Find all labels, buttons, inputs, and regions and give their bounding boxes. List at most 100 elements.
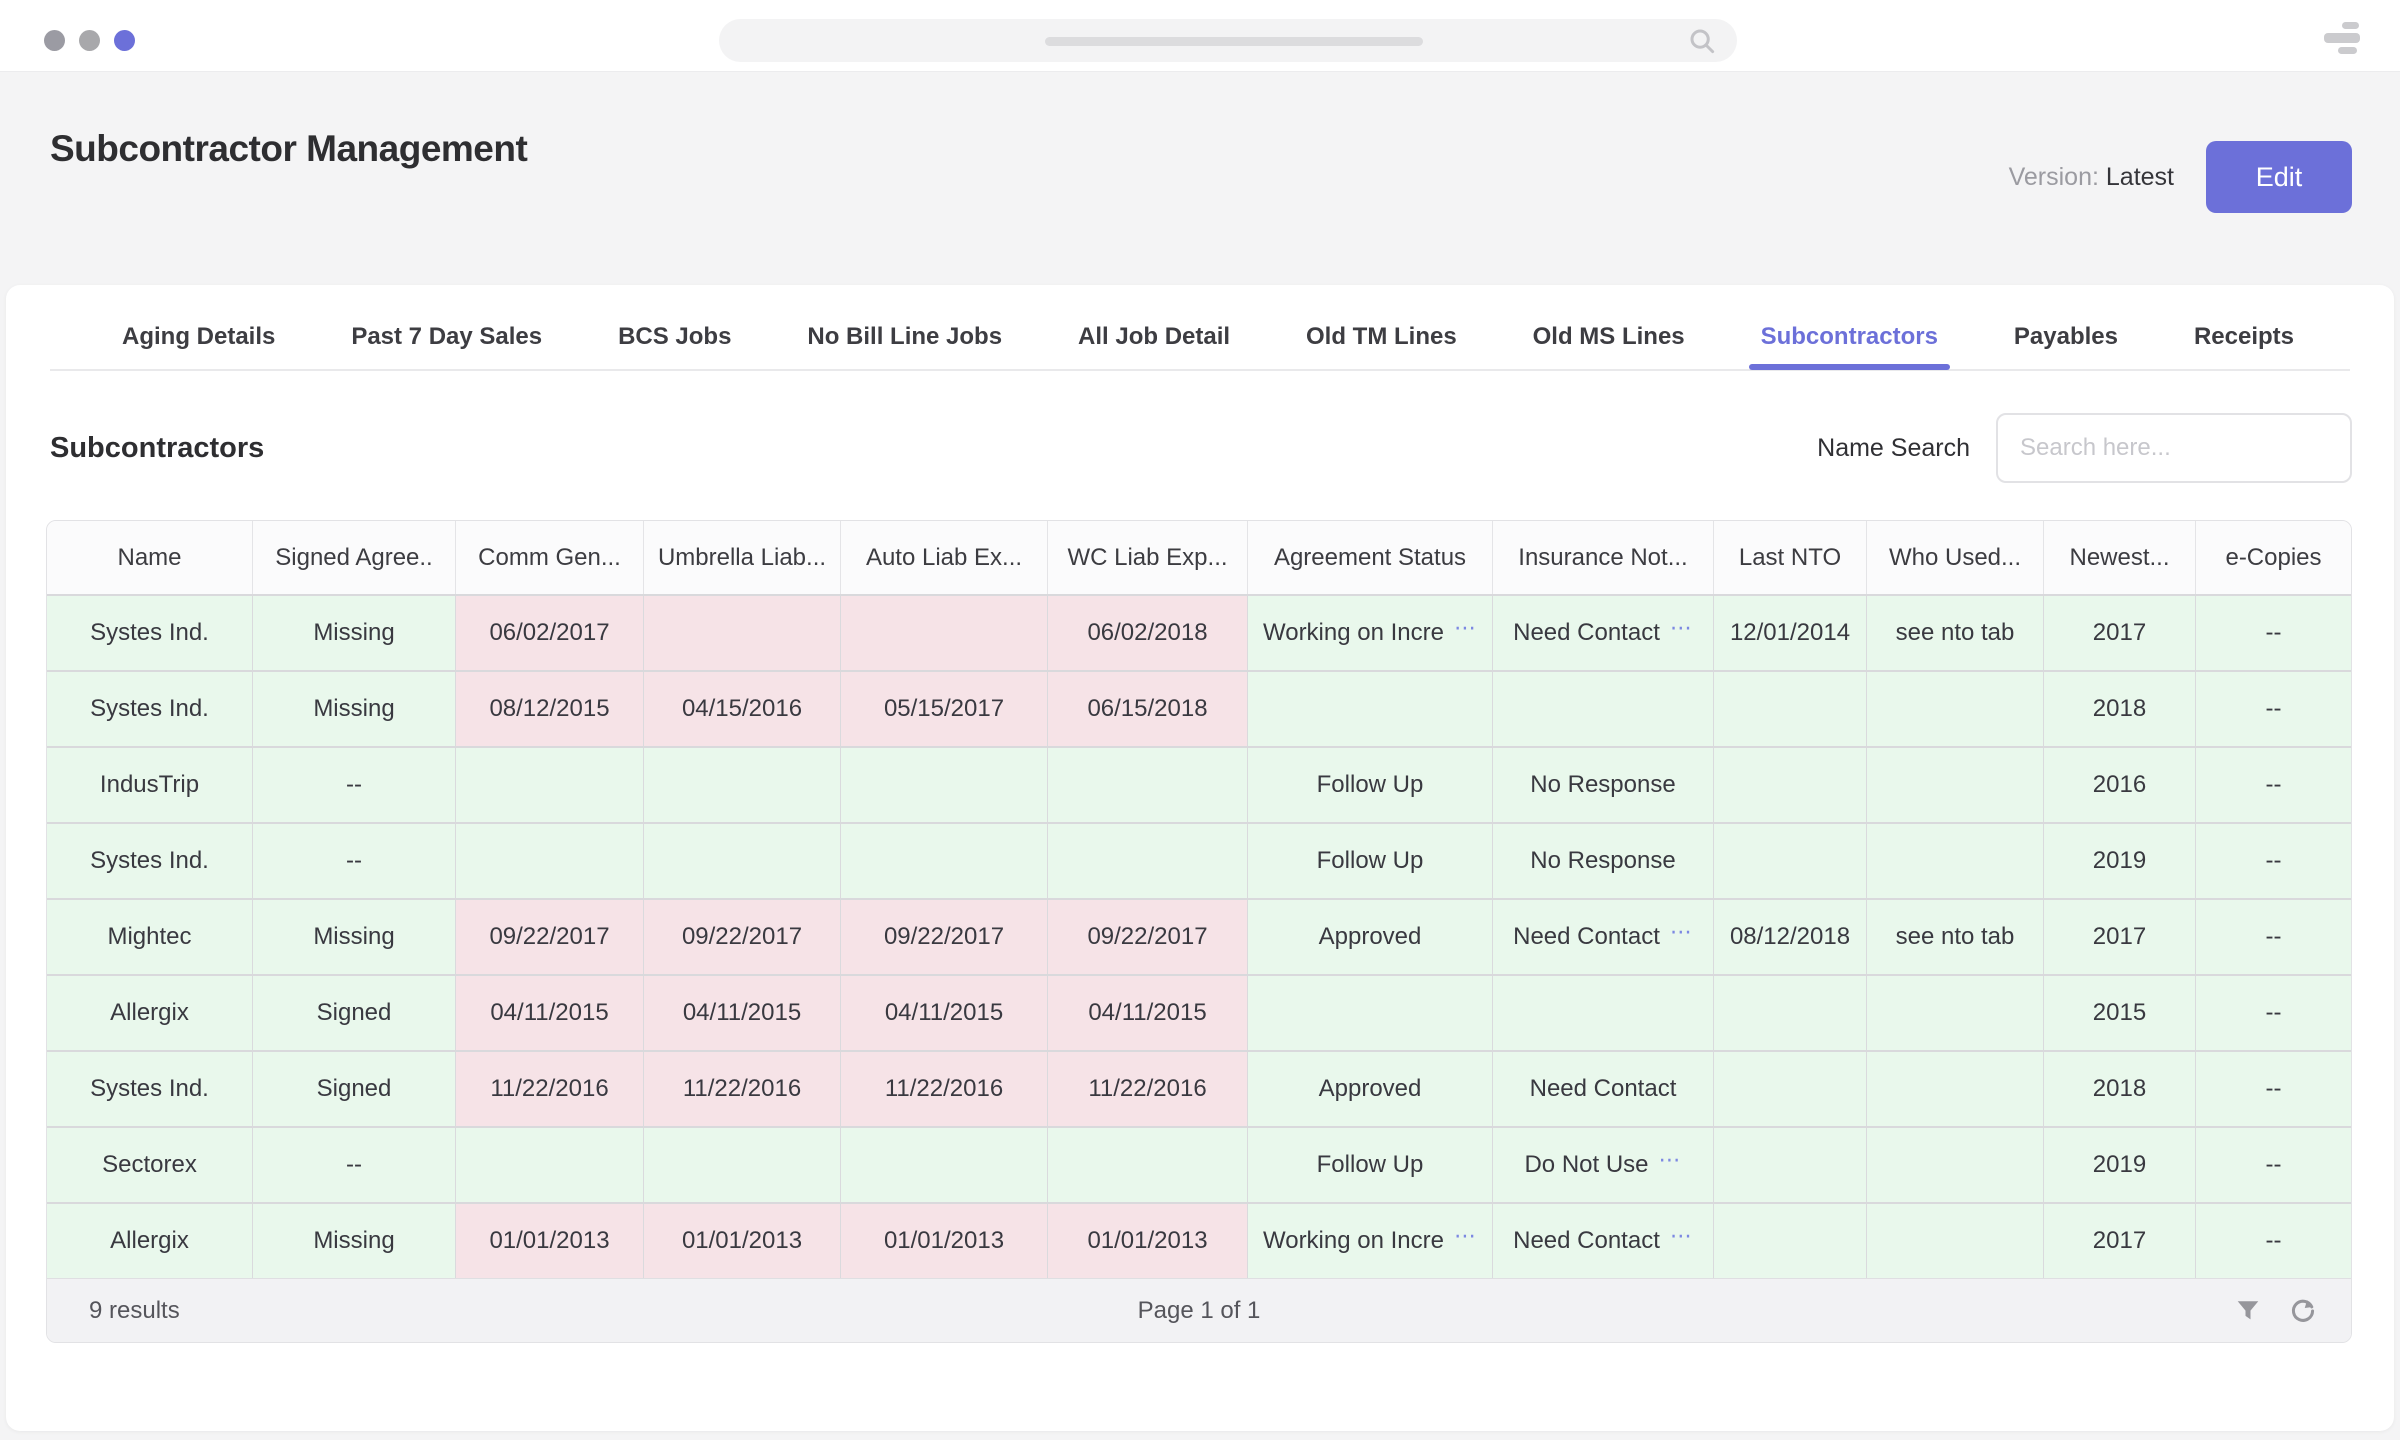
window-dot-3[interactable] (114, 30, 135, 51)
name-search-input[interactable] (1996, 413, 2352, 483)
column-header-last-nto[interactable]: Last NTO (1714, 521, 1867, 594)
window-titlebar (0, 0, 2400, 72)
table-cell (456, 748, 644, 822)
table-cell: Working on Incre⋯ (1248, 1204, 1493, 1278)
column-header-who-used[interactable]: Who Used... (1867, 521, 2044, 594)
table-cell: 09/22/2017 (456, 900, 644, 974)
subcontractors-table: NameSigned Agree..Comm Gen...Umbrella Li… (46, 520, 2352, 1343)
page-indicator: Page 1 of 1 (1138, 1297, 1261, 1325)
table-cell: Missing (253, 900, 456, 974)
table-cell (1714, 748, 1867, 822)
table-cell (644, 824, 841, 898)
table-cell (1714, 672, 1867, 746)
column-header-auto-liab-ex[interactable]: Auto Liab Ex... (841, 521, 1048, 594)
column-header-umbrella-liab[interactable]: Umbrella Liab... (644, 521, 841, 594)
column-header-signed-agree[interactable]: Signed Agree.. (253, 521, 456, 594)
table-cell (644, 596, 841, 670)
table-cell: -- (253, 748, 456, 822)
truncated-ellipsis-icon[interactable]: ⋯ (1659, 1147, 1682, 1173)
column-header-wc-liab-exp[interactable]: WC Liab Exp... (1048, 521, 1248, 594)
table-cell: 12/01/2014 (1714, 596, 1867, 670)
window-dot-2[interactable] (79, 30, 100, 51)
column-header-name[interactable]: Name (47, 521, 253, 594)
column-header-comm-gen[interactable]: Comm Gen... (456, 521, 644, 594)
tab-old-ms-lines[interactable]: Old MS Lines (1533, 323, 1685, 351)
truncated-ellipsis-icon[interactable]: ⋯ (1454, 615, 1477, 641)
table-cell: 2015 (2044, 976, 2196, 1050)
table-cell: No Response (1493, 748, 1714, 822)
table-cell: Do Not Use⋯ (1493, 1128, 1714, 1202)
table-cell (456, 1128, 644, 1202)
column-header-insurance-not[interactable]: Insurance Not... (1493, 521, 1714, 594)
tab-bcs-jobs[interactable]: BCS Jobs (618, 323, 731, 351)
tab-no-bill-line-jobs[interactable]: No Bill Line Jobs (807, 323, 1002, 351)
table-cell (1048, 824, 1248, 898)
table-body: Systes Ind.Missing06/02/201706/02/2018Wo… (47, 594, 2351, 1278)
table-row: Sectorex--Follow UpDo Not Use⋯2019-- (47, 1126, 2351, 1202)
table-cell: Need Contact⋯ (1493, 1204, 1714, 1278)
tab-receipts[interactable]: Receipts (2194, 323, 2294, 351)
table-cell: 2016 (2044, 748, 2196, 822)
tab-payables[interactable]: Payables (2014, 323, 2118, 351)
table-cell (1714, 976, 1867, 1050)
column-header-newest[interactable]: Newest... (2044, 521, 2196, 594)
table-cell: 01/01/2013 (1048, 1204, 1248, 1278)
window-dot-1[interactable] (44, 30, 65, 51)
table-cell (644, 1128, 841, 1202)
header-actions: Version: Latest Edit (2009, 141, 2352, 213)
table-cell: 01/01/2013 (456, 1204, 644, 1278)
truncated-ellipsis-icon[interactable]: ⋯ (1670, 919, 1693, 945)
search-icon (1687, 26, 1717, 61)
table-row: AllergixMissing01/01/201301/01/201301/01… (47, 1202, 2351, 1278)
table-footer-actions (2235, 1279, 2317, 1343)
tab-bar: Aging Details Past 7 Day Sales BCS Jobs No … (50, 285, 2350, 371)
table-cell: -- (253, 824, 456, 898)
table-cell (1714, 824, 1867, 898)
table-cell: Working on Incre⋯ (1248, 596, 1493, 670)
table-cell: 2018 (2044, 1052, 2196, 1126)
edit-button[interactable]: Edit (2206, 141, 2352, 213)
table-cell: Allergix (47, 976, 253, 1050)
tab-all-job-detail[interactable]: All Job Detail (1078, 323, 1230, 351)
table-cell: Missing (253, 1204, 456, 1278)
section-title: Subcontractors (50, 432, 1817, 465)
truncated-ellipsis-icon[interactable]: ⋯ (1454, 1223, 1477, 1249)
column-header-e-copies[interactable]: e-Copies (2196, 521, 2351, 594)
table-cell: Systes Ind. (47, 1052, 253, 1126)
version-value: Latest (2106, 163, 2174, 191)
table-cell: Sectorex (47, 1128, 253, 1202)
version-indicator: Version: Latest (2009, 163, 2174, 192)
tab-aging-details[interactable]: Aging Details (122, 323, 275, 351)
table-cell: 09/22/2017 (841, 900, 1048, 974)
table-cell: see nto tab (1867, 596, 2044, 670)
column-header-agreement-status[interactable]: Agreement Status (1248, 521, 1493, 594)
name-search-label: Name Search (1817, 434, 1970, 463)
version-label: Version: (2009, 163, 2099, 191)
table-cell: 08/12/2018 (1714, 900, 1867, 974)
table-cell: 09/22/2017 (644, 900, 841, 974)
table-cell: 11/22/2016 (456, 1052, 644, 1126)
table-cell: Allergix (47, 1204, 253, 1278)
content-card: Aging Details Past 7 Day Sales BCS Jobs No … (6, 285, 2394, 1431)
tab-old-tm-lines[interactable]: Old TM Lines (1306, 323, 1457, 351)
address-bar[interactable] (719, 19, 1737, 62)
table-cell: Systes Ind. (47, 596, 253, 670)
table-cell (1714, 1052, 1867, 1126)
table-cell: Need Contact (1493, 1052, 1714, 1126)
refresh-icon[interactable] (2289, 1297, 2317, 1325)
table-cell: 04/11/2015 (644, 976, 841, 1050)
truncated-ellipsis-icon[interactable]: ⋯ (1670, 615, 1693, 641)
tab-past-7-day-sales[interactable]: Past 7 Day Sales (351, 323, 542, 351)
table-cell: 06/02/2017 (456, 596, 644, 670)
table-cell: 2018 (2044, 672, 2196, 746)
table-cell: 04/11/2015 (456, 976, 644, 1050)
table-cell: 04/11/2015 (841, 976, 1048, 1050)
filter-icon[interactable] (2235, 1298, 2261, 1324)
table-cell (1714, 1128, 1867, 1202)
page-title: Subcontractor Management (50, 128, 527, 170)
table-cell: Signed (253, 1052, 456, 1126)
table-cell: -- (2196, 976, 2351, 1050)
menu-icon[interactable] (2324, 22, 2362, 54)
truncated-ellipsis-icon[interactable]: ⋯ (1670, 1223, 1693, 1249)
tab-subcontractors[interactable]: Subcontractors (1761, 323, 1938, 351)
